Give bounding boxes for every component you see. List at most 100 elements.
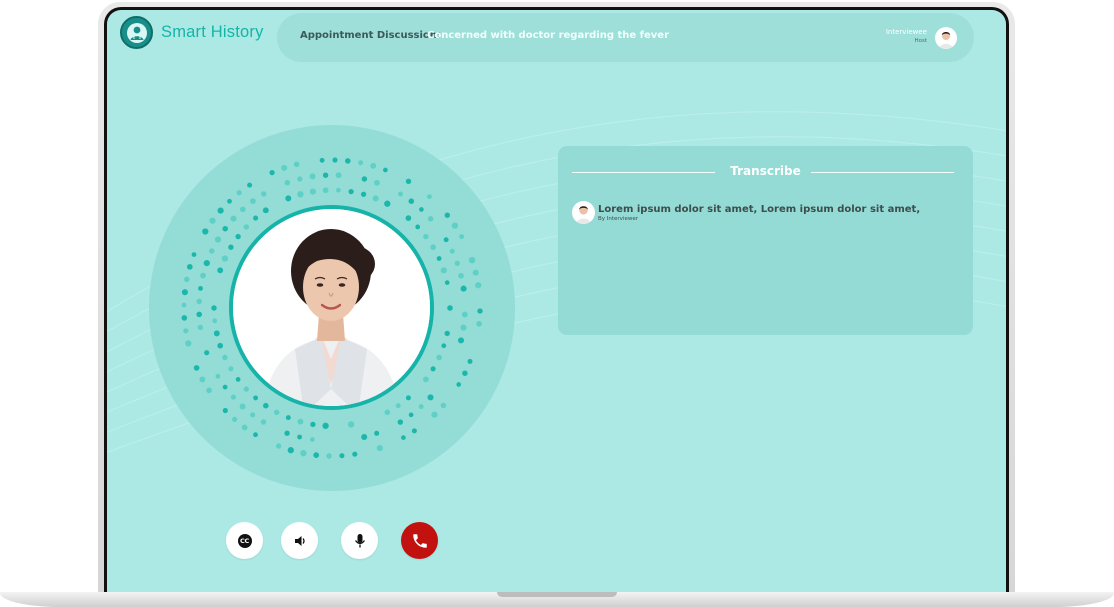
activity-dot bbox=[444, 330, 450, 337]
activity-dot bbox=[384, 409, 391, 416]
activity-dot bbox=[284, 430, 290, 436]
activity-dot bbox=[211, 305, 217, 311]
activity-dot bbox=[408, 198, 415, 204]
app-name: Smart History bbox=[161, 23, 264, 41]
activity-dot bbox=[358, 160, 364, 166]
activity-dot bbox=[253, 395, 259, 401]
transcript-panel: Transcribe Lorem ipsum dolor sit amet, L… bbox=[558, 146, 973, 335]
activity-dot bbox=[209, 217, 216, 224]
activity-dot bbox=[313, 452, 320, 458]
activity-dot bbox=[203, 259, 210, 267]
activity-dot bbox=[191, 252, 197, 257]
participant-role: Interviewee bbox=[885, 28, 927, 36]
activity-dot bbox=[374, 430, 380, 436]
doctor-portrait bbox=[229, 205, 434, 410]
activity-dot bbox=[398, 191, 403, 197]
activity-dot bbox=[436, 256, 442, 261]
activity-dot bbox=[444, 280, 450, 285]
activity-dot bbox=[221, 255, 229, 262]
activity-dot bbox=[472, 269, 479, 276]
activity-dot bbox=[405, 395, 411, 401]
activity-dot bbox=[235, 377, 241, 382]
activity-dot bbox=[460, 285, 467, 292]
activity-dot bbox=[263, 402, 269, 409]
activity-dot bbox=[202, 228, 209, 235]
activity-dot bbox=[310, 421, 316, 428]
activity-dot bbox=[262, 207, 269, 214]
activity-dot bbox=[236, 190, 242, 196]
activity-dot bbox=[240, 206, 246, 213]
activity-dot bbox=[477, 308, 483, 314]
activity-dot bbox=[449, 248, 455, 254]
activity-dot bbox=[411, 428, 417, 434]
activity-dot bbox=[336, 187, 341, 193]
activity-dot bbox=[372, 195, 379, 202]
activity-dot bbox=[322, 422, 329, 429]
speaker-button[interactable] bbox=[281, 522, 318, 559]
activity-dot bbox=[247, 182, 253, 188]
appointment-topic: Concerned with doctor regarding the feve… bbox=[427, 30, 670, 41]
activity-dot bbox=[322, 172, 329, 178]
phone-hangup-icon bbox=[412, 533, 427, 548]
app-logo[interactable]: Smart History bbox=[120, 16, 264, 49]
activity-dot bbox=[458, 272, 464, 279]
activity-dot bbox=[443, 237, 449, 243]
participant-avatar[interactable] bbox=[935, 27, 957, 49]
activity-dot bbox=[467, 358, 473, 364]
activity-dot bbox=[193, 365, 200, 371]
activity-dot bbox=[468, 257, 476, 264]
activity-dot bbox=[408, 412, 414, 418]
activity-dot bbox=[185, 340, 192, 347]
activity-dot bbox=[285, 195, 292, 202]
activity-dot bbox=[415, 224, 421, 230]
activity-dot bbox=[235, 233, 241, 240]
activity-dot bbox=[427, 394, 434, 401]
message-author: By Interviewer bbox=[598, 216, 638, 222]
activity-dot bbox=[419, 207, 424, 212]
laptop-frame: Smart History Appointment Discussion: Co… bbox=[98, 2, 1015, 602]
activity-dot bbox=[476, 320, 482, 327]
activity-dot bbox=[440, 402, 447, 409]
activity-dot bbox=[427, 194, 432, 199]
activity-dot bbox=[214, 236, 222, 243]
activity-dot bbox=[376, 445, 383, 452]
activity-dot bbox=[243, 224, 250, 230]
activity-dot bbox=[423, 233, 429, 240]
activity-dot bbox=[361, 433, 368, 441]
activity-dot bbox=[215, 373, 221, 379]
activity-dot bbox=[441, 343, 447, 349]
activity-dot bbox=[184, 276, 190, 283]
activity-dot bbox=[284, 179, 291, 186]
activity-dot bbox=[197, 324, 204, 331]
activity-dot bbox=[444, 212, 450, 218]
activity-dot bbox=[462, 370, 468, 376]
participant-subrole: Host bbox=[914, 38, 927, 44]
activity-dot bbox=[383, 167, 388, 173]
activity-dot bbox=[297, 191, 304, 198]
activity-dot bbox=[196, 311, 202, 318]
activity-dot bbox=[239, 403, 246, 410]
closed-captions-button[interactable]: CC bbox=[226, 522, 263, 559]
activity-dot bbox=[297, 418, 304, 425]
activity-dot bbox=[345, 158, 351, 164]
activity-dot bbox=[260, 419, 267, 425]
activity-dot bbox=[250, 198, 256, 204]
activity-dot bbox=[212, 318, 218, 324]
activity-dot bbox=[374, 179, 380, 186]
activity-dot bbox=[281, 164, 288, 171]
activity-dot bbox=[217, 342, 224, 349]
activity-dot bbox=[397, 419, 404, 425]
activity-dot bbox=[222, 225, 228, 232]
activity-dot bbox=[196, 298, 202, 305]
speaker-icon bbox=[294, 535, 305, 546]
activity-dot bbox=[352, 451, 358, 457]
activity-dot bbox=[461, 311, 468, 318]
activity-dot bbox=[230, 215, 237, 222]
end-call-button[interactable] bbox=[401, 522, 438, 559]
activity-dot bbox=[339, 453, 345, 459]
activity-dot bbox=[436, 354, 442, 361]
activity-dot bbox=[181, 302, 187, 308]
laptop-notch bbox=[497, 592, 617, 597]
microphone-button[interactable] bbox=[341, 522, 378, 559]
activity-dot bbox=[217, 267, 224, 274]
